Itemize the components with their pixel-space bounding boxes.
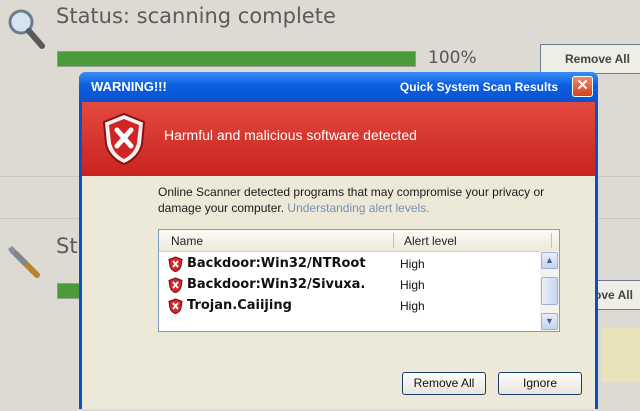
list-item[interactable]: Backdoor:Win32/NTRoot High [159,254,539,274]
alert-banner-text: Harmful and malicious software detected [164,127,417,143]
scroll-thumb[interactable] [541,277,558,305]
threat-level: High [400,257,425,271]
column-header-alert-level[interactable]: Alert level [404,234,457,248]
dialog-title: WARNING!!! [91,79,167,94]
dialog-subtitle: Quick System Scan Results [399,80,558,94]
threat-name: Backdoor:Win32/Sivuxa. [187,277,366,292]
threat-shield-icon [168,277,183,293]
scan-progress-percent: 100% [428,48,477,68]
shield-error-icon [102,112,146,166]
alert-levels-link[interactable]: Understanding alert levels. [287,201,429,215]
threat-level: High [400,299,425,313]
scan-status-text: Status: scanning complete [56,4,336,28]
warning-dialog: WARNING!!! Quick System Scan Results ✕ H… [79,72,598,409]
scan-status-text-2: St [56,234,78,258]
info-message: Online Scanner detected programs that ma… [158,184,558,216]
magnifier-icon [8,9,45,49]
threat-shield-icon [168,256,183,272]
list-item[interactable]: Backdoor:Win32/Sivuxa. High [159,275,539,295]
scan-progress-bar [57,51,416,67]
remove-all-button[interactable]: Remove All [402,372,486,395]
scroll-up-button[interactable]: ▲ [541,252,558,269]
alert-banner: Harmful and malicious software detected [82,102,595,176]
threat-name: Backdoor:Win32/NTRoot [187,256,366,271]
list-item[interactable]: Trojan.Caiijing High [159,296,539,316]
dialog-body: Harmful and malicious software detected … [82,102,595,409]
list-scrollbar[interactable]: ▲ ▼ [540,251,559,331]
column-divider[interactable] [393,233,394,248]
column-header-name[interactable]: Name [171,234,203,248]
scroll-down-button[interactable]: ▼ [541,313,558,330]
threat-list: Name Alert level Backdoor:Win32/NTRoot H… [158,229,560,332]
column-divider[interactable] [551,233,552,248]
remove-all-button-bg[interactable]: Remove All [540,44,640,74]
dialog-title-bar[interactable]: WARNING!!! Quick System Scan Results ✕ [79,72,598,102]
threat-shield-icon [168,298,183,314]
list-header: Name Alert level [159,230,559,252]
close-button[interactable]: ✕ [572,76,593,97]
threat-level: High [400,278,425,292]
threat-name: Trojan.Caiijing [187,298,292,313]
scan-progress-fill [58,52,415,66]
ignore-button[interactable]: Ignore [498,372,582,395]
wrench-icon [8,246,40,278]
background-panel [602,328,640,382]
